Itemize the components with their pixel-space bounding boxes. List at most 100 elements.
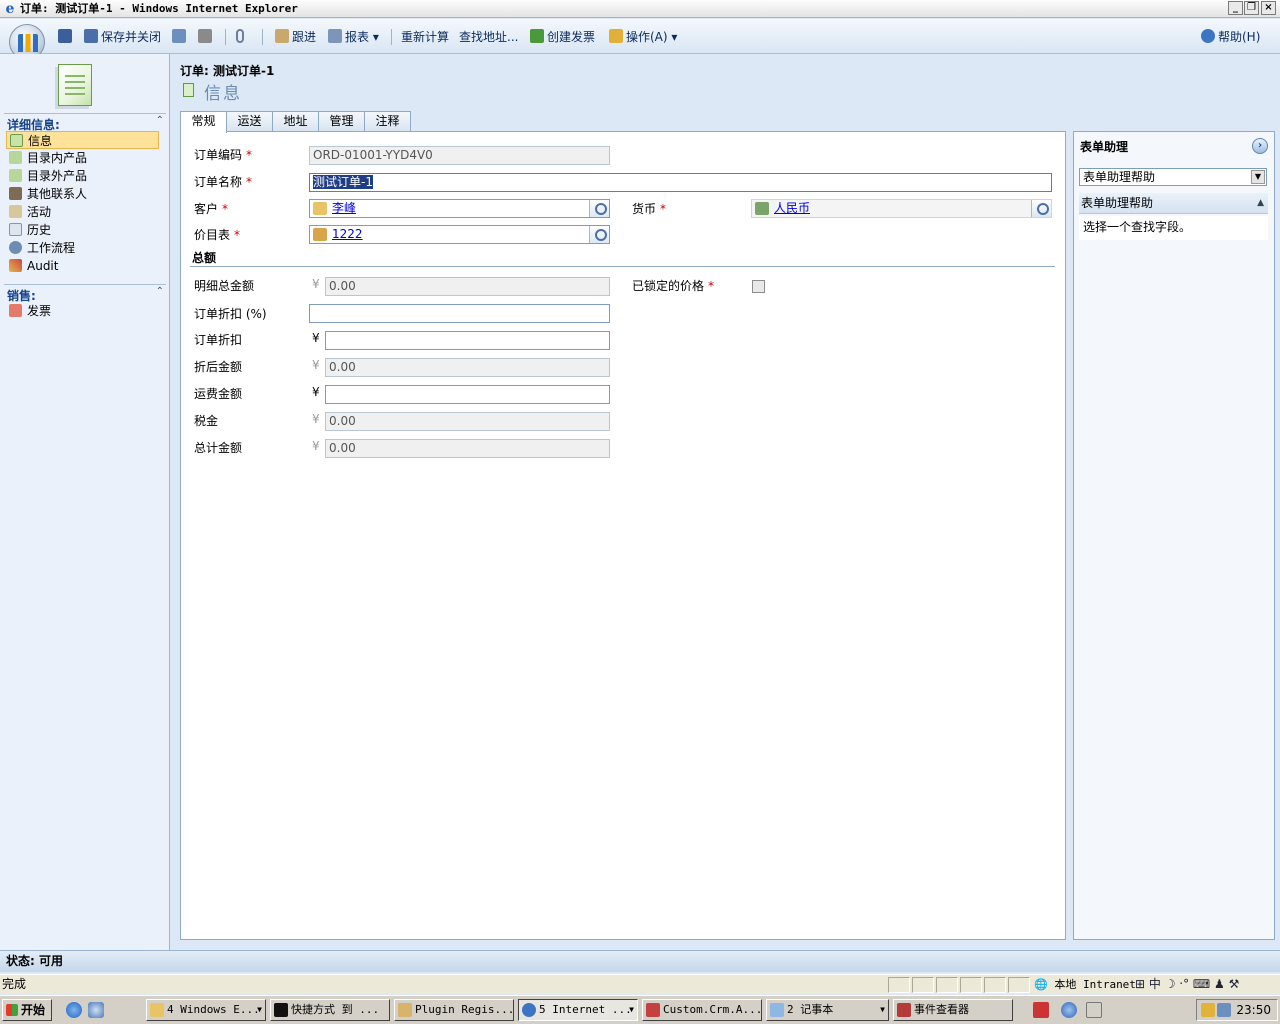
save-button[interactable] [58, 28, 75, 46]
order-id-label: 订单编码 * [194, 146, 252, 163]
actions-label: 操作(A) [626, 30, 668, 44]
chevron-down-icon[interactable]: ▼ [1251, 170, 1265, 184]
close-button[interactable]: × [1261, 1, 1276, 15]
restore-button[interactable]: ❐ [1244, 1, 1259, 15]
status-cell [1008, 977, 1030, 993]
chevron-up-icon[interactable]: ▲ [1257, 193, 1264, 213]
pre-freight-field: 0.00 [325, 358, 610, 377]
ie-quicklaunch-icon[interactable] [66, 1002, 82, 1018]
freight-field[interactable] [325, 385, 610, 404]
pricelist-lookup[interactable]: 1222 [309, 225, 610, 244]
prices-locked-checkbox[interactable] [752, 280, 765, 293]
help-tray-icon[interactable] [1061, 1002, 1077, 1018]
windows-taskbar: 开始 4 Windows E... ▼ 快捷方式 到 ... Plugin Reg… [0, 995, 1280, 1024]
taskbar-item-notepad[interactable]: 2 记事本 ▼ [766, 999, 889, 1021]
record-status-bar: 状态: 可用 [0, 950, 1280, 972]
customer-link[interactable]: 李峰 [332, 200, 356, 217]
attach-button[interactable] [236, 28, 247, 46]
taskbar-item-plugin[interactable]: Plugin Regis... [394, 999, 514, 1021]
collapse-chevron-icon[interactable]: ⌃ [156, 286, 164, 297]
overflow-tray-icon[interactable] [1086, 1002, 1102, 1018]
help-button[interactable]: 帮助(H) [1201, 28, 1260, 46]
reports-label: 报表 [345, 30, 370, 44]
order-name-field[interactable]: 测试订单-1 [309, 173, 1052, 192]
nav-item-label: 其他联系人 [27, 187, 88, 201]
ie-alt-quicklaunch-icon[interactable] [88, 1002, 104, 1018]
left-navigation: 详细信息: ⌃ 信息 目录内产品 目录外产品 其他联系人 活动 历史 工作流程 … [0, 54, 170, 950]
pricelist-link[interactable]: 1222 [332, 226, 363, 243]
chevron-down-icon: ▼ [880, 1005, 885, 1014]
currency-symbol: ¥ [312, 412, 320, 426]
tax-label: 税金 [194, 414, 219, 428]
nav-item-invoices[interactable]: 发票 [6, 302, 159, 320]
form-assistant-dropdown[interactable]: 表单助理帮助 ▼ [1079, 168, 1267, 186]
nav-item-history[interactable]: 历史 [6, 221, 159, 239]
tab-general[interactable]: 常规 [180, 111, 227, 133]
pricelist-lookup-button[interactable] [589, 226, 609, 243]
currency-lookup[interactable]: 人民币 [751, 199, 1052, 218]
tab-shipping[interactable]: 运送 [226, 111, 273, 132]
ime-input-icon[interactable] [1033, 1002, 1049, 1018]
taskbar-item-eventviewer[interactable]: 事件查看器 [893, 999, 1013, 1021]
discount-field[interactable] [325, 331, 610, 350]
taskbar-item-vs[interactable]: Custom.Crm.A... [642, 999, 762, 1021]
currency-lookup-button[interactable] [1031, 200, 1051, 217]
nav-item-workflows[interactable]: 工作流程 [6, 239, 159, 257]
create-invoice-button[interactable]: 创建发票 [530, 28, 595, 46]
nav-item-label: 发票 [27, 304, 52, 318]
ime-language[interactable]: 中 [1149, 977, 1161, 991]
details-section-header[interactable]: 详细信息: ⌃ [4, 113, 166, 132]
customer-lookup[interactable]: 李峰 [309, 199, 610, 218]
taskbar-item-cmd[interactable]: 快捷方式 到 ... [270, 999, 390, 1021]
ime-mode-icon[interactable]: ⊞ [1135, 977, 1149, 991]
taskbar-item-explorer[interactable]: 4 Windows E... ▼ [146, 999, 266, 1021]
follow-up-button[interactable]: 跟进 [275, 28, 316, 46]
lookup-address-button[interactable]: 查找地址... [459, 28, 518, 46]
follow-up-label: 跟进 [292, 30, 317, 44]
nav-item-audit[interactable]: Audit [6, 257, 159, 275]
print-button[interactable] [198, 28, 215, 46]
taskbar-item-ie[interactable]: 5 Internet ... ▼ [518, 999, 638, 1021]
order-id-field: ORD-01001-YYD4V0 [309, 146, 610, 165]
security-shield-icon[interactable] [1201, 1003, 1215, 1017]
recalculate-button[interactable]: 重新计算 [401, 28, 449, 46]
notepad-icon [770, 1003, 784, 1017]
minimize-button[interactable]: _ [1228, 1, 1243, 15]
toolbar-divider [391, 29, 392, 45]
nav-item-catalog-products[interactable]: 目录内产品 [6, 149, 159, 167]
currency-link[interactable]: 人民币 [774, 200, 810, 217]
nav-item-label: 信息 [28, 134, 53, 148]
nav-item-activities[interactable]: 活动 [6, 203, 159, 221]
form-panel [180, 131, 1066, 940]
save-icon [58, 29, 72, 43]
actions-menu-button[interactable]: 操作(A) ▾ [609, 28, 677, 46]
status-cell [984, 977, 1006, 993]
order-name-label: 订单名称 * [194, 173, 252, 190]
chevron-down-icon: ▼ [257, 1005, 262, 1014]
start-button[interactable]: 开始 [2, 999, 52, 1021]
save-close-button[interactable]: 保存并关闭 [84, 28, 161, 46]
collapse-chevron-icon[interactable]: ⌃ [156, 115, 164, 126]
reports-button[interactable]: 报表 ▾ [328, 28, 379, 46]
tab-administration[interactable]: 管理 [318, 111, 365, 132]
security-zone-label: 本地 Intranet [1054, 978, 1136, 991]
nav-item-other-contacts[interactable]: 其他联系人 [6, 185, 159, 203]
required-mark: * [234, 228, 241, 242]
print-icon [198, 29, 212, 43]
tab-addresses[interactable]: 地址 [272, 111, 319, 132]
nav-item-writein-products[interactable]: 目录外产品 [6, 167, 159, 185]
customer-lookup-button[interactable] [589, 200, 609, 217]
discount-pct-field[interactable] [309, 304, 610, 323]
status-cell [936, 977, 958, 993]
save-new-button[interactable] [172, 28, 189, 46]
collapse-arrow-icon[interactable]: › [1252, 138, 1268, 154]
status-cell [888, 977, 910, 993]
pricelist-label-text: 价目表 [194, 228, 231, 242]
network-icon[interactable] [1217, 1003, 1231, 1017]
tab-notes[interactable]: 注释 [364, 111, 411, 132]
reports-icon [328, 29, 342, 43]
sales-section-header[interactable]: 销售: ⌃ [4, 284, 166, 303]
discount-pct-label: 订单折扣 (%) [194, 307, 267, 321]
task-label: 4 Windows E... [167, 1003, 260, 1016]
nav-item-info[interactable]: 信息 [6, 131, 159, 149]
